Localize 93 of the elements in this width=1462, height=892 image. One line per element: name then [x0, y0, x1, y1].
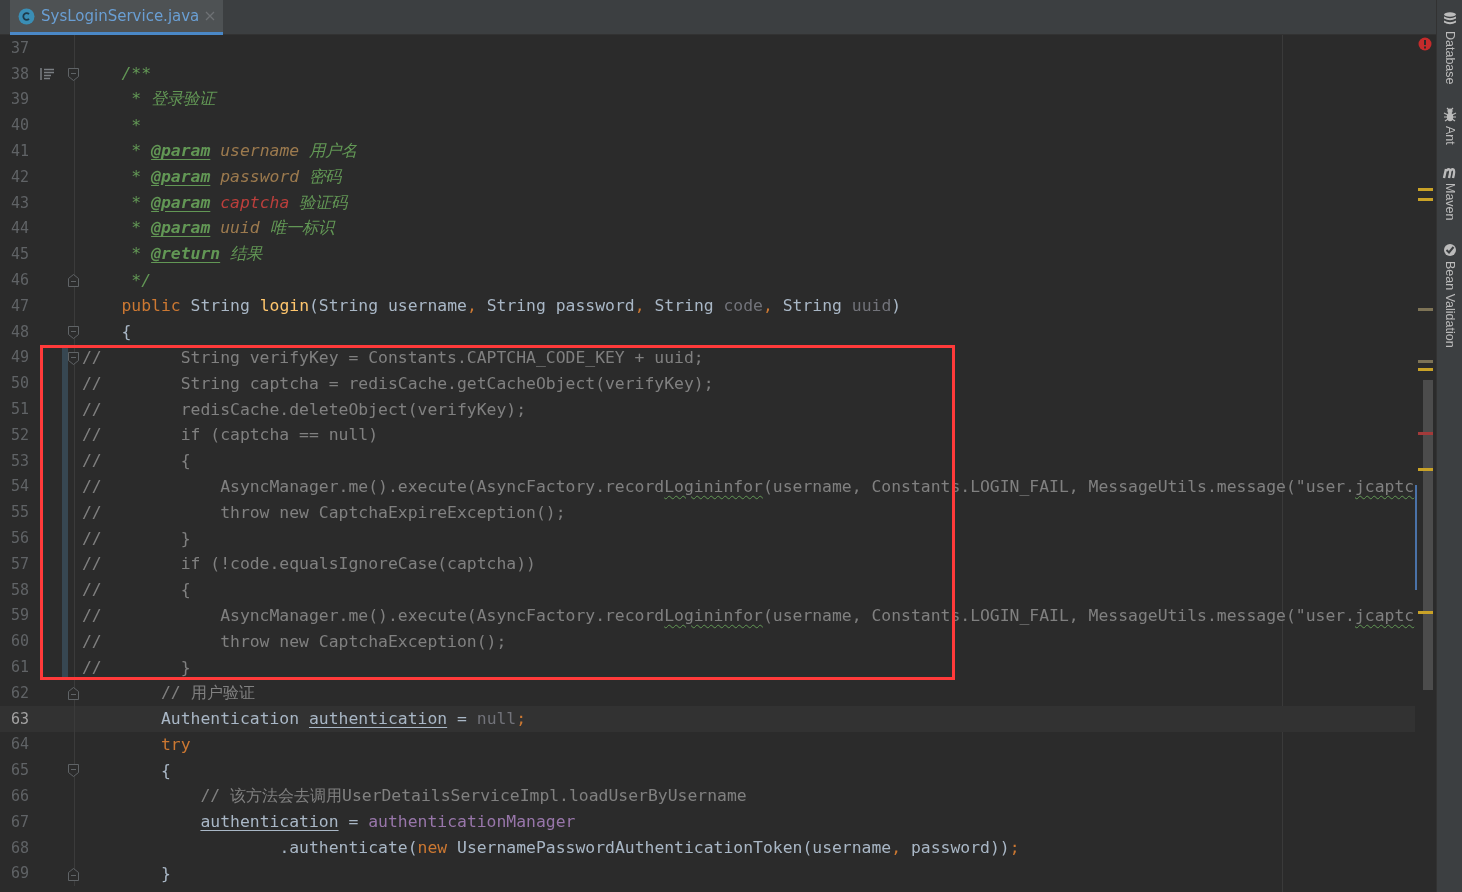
line-number: 60: [10, 632, 30, 651]
line-number: 58: [10, 580, 30, 599]
close-icon[interactable]: [205, 11, 216, 21]
code-line: // 用户验证: [159, 681, 255, 704]
code-line: * @param username 用户名: [130, 140, 357, 163]
code-line: {: [120, 322, 132, 342]
code-line: // {: [81, 580, 191, 600]
error-stripe-mark[interactable]: [1418, 468, 1433, 471]
scrollbar-thumb[interactable]: [1423, 380, 1433, 690]
line-number: 42: [10, 167, 30, 186]
line-number: 45: [10, 245, 30, 264]
line-number: 40: [10, 116, 30, 135]
code-line: // }: [81, 657, 191, 677]
line-number: 55: [10, 503, 30, 522]
fold-icon[interactable]: [68, 764, 79, 778]
fold-icon[interactable]: [68, 67, 79, 81]
code-line: // {: [81, 451, 191, 471]
fold-icon[interactable]: [68, 274, 79, 288]
code-line: // if (captcha == null): [81, 425, 379, 445]
code-line: try: [159, 734, 191, 754]
line-number: 37: [10, 38, 30, 57]
line-number: 67: [10, 812, 30, 831]
line-number: 39: [10, 90, 30, 109]
fold-icon[interactable]: [68, 351, 79, 365]
error-stripe-mark[interactable]: [1418, 198, 1433, 201]
tool-window-button[interactable]: Ant: [1442, 106, 1457, 145]
code-line: // if (!code.equalsIgnoreCase(captcha)): [81, 554, 536, 574]
line-number: 63: [10, 709, 30, 728]
line-number: 50: [10, 374, 30, 393]
code-line: // }: [81, 528, 191, 548]
code-line: // 该方法会去调用UserDetailsServiceImpl.loadUserByUsername: [199, 785, 747, 807]
tool-window-button[interactable]: Bean Validation: [1442, 242, 1457, 348]
error-stripe-mark[interactable]: [1418, 308, 1433, 311]
code-line: /**: [120, 64, 152, 84]
line-number: 69: [10, 864, 30, 883]
fold-icon[interactable]: [68, 867, 79, 881]
change-marker[interactable]: [62, 654, 68, 680]
lines-icon[interactable]: [40, 67, 55, 80]
line-number: 43: [10, 193, 30, 212]
line-number: 57: [10, 554, 30, 573]
code-line: *: [130, 115, 142, 135]
code-line: // redisCache.deleteObject(verifyKey);: [81, 399, 527, 419]
code-line: * @param password 密码: [130, 165, 341, 188]
error-stripe-mark[interactable]: [1418, 432, 1433, 435]
tool-window-button[interactable]: Database: [1442, 12, 1457, 85]
error-stripe-mark[interactable]: [1418, 611, 1433, 614]
code-line: // throw new CaptchaException();: [81, 631, 507, 651]
error-icon[interactable]: [1418, 37, 1432, 51]
code-line: // throw new CaptchaExpireException();: [81, 502, 566, 522]
line-number: 53: [10, 451, 30, 470]
fold-icon[interactable]: [68, 686, 79, 700]
bug-icon: [1442, 106, 1457, 122]
fold-icon[interactable]: [68, 325, 79, 339]
error-stripe-mark[interactable]: [1418, 188, 1433, 191]
line-number: 48: [10, 322, 30, 341]
tool-window-button[interactable]: Maven: [1441, 166, 1458, 221]
line-number: 68: [10, 838, 30, 857]
line-number: 49: [10, 348, 30, 367]
line-number: 54: [10, 477, 30, 496]
line-number: 44: [10, 219, 30, 238]
line-number: 47: [10, 296, 30, 315]
line-number: 64: [10, 735, 30, 754]
code-line: // String captcha = redisCache.getCacheObject(verifyKey);: [81, 373, 714, 393]
line-number: 51: [10, 400, 30, 419]
line-number: 41: [10, 142, 30, 161]
code-line: // String verifyKey = Constants.CAPTCHA_CODE_KEY + uuid;: [81, 347, 704, 367]
line-number: 52: [10, 425, 30, 444]
line-number: 61: [10, 658, 30, 676]
error-stripe-mark[interactable]: [1418, 368, 1433, 371]
validation-icon: [1442, 242, 1457, 257]
class-icon: [18, 7, 35, 25]
code-line: }: [159, 863, 171, 883]
error-stripe-mark[interactable]: [1418, 360, 1433, 363]
maven-icon: [1441, 166, 1458, 180]
code-line: * @param uuid 唯一标识: [130, 217, 334, 240]
line-number: 56: [10, 529, 30, 548]
line-number: 46: [10, 271, 30, 290]
database-icon: [1442, 12, 1457, 27]
line-number: 66: [10, 787, 30, 805]
editor-tab[interactable]: SysLoginService.java: [10, 0, 224, 35]
line-number: 59: [10, 606, 30, 625]
code-line: * 登录验证: [130, 88, 216, 111]
code-line: authentication = authenticationManager: [199, 812, 576, 832]
line-number: 62: [10, 683, 30, 702]
line-number: 65: [10, 761, 30, 780]
code-line: */: [130, 270, 152, 290]
line-number: 38: [10, 64, 30, 83]
code-line: .authenticate(new UsernamePasswordAuthenticationToken(username, password));: [278, 838, 1020, 858]
code-line: public String login(String username, String password, String code, String uuid): [120, 296, 902, 316]
code-line: {: [159, 760, 171, 780]
code-line: Authentication authentication = null;: [159, 709, 527, 729]
code-line: * @return 结果: [130, 243, 263, 266]
code-line: * @param captcha 验证码: [130, 191, 348, 214]
